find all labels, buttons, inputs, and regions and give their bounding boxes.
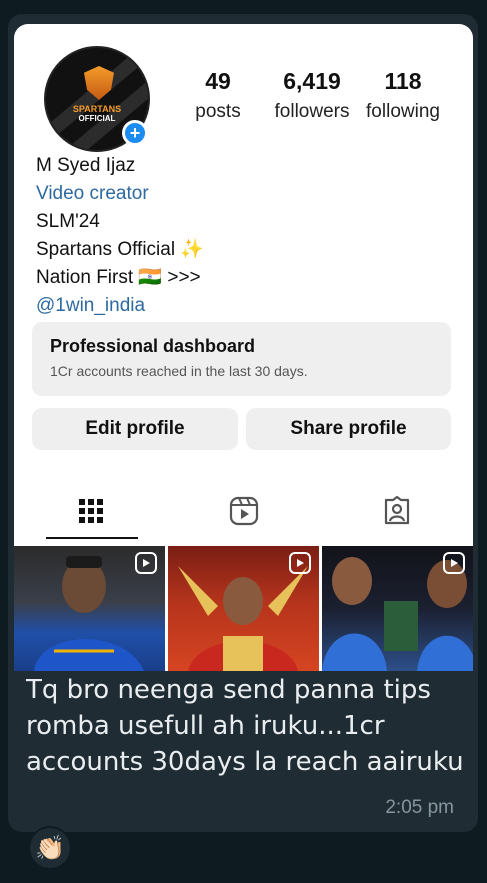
posts-count: 49 bbox=[205, 68, 231, 94]
followers-count: 6,419 bbox=[283, 68, 341, 94]
tab-posts-grid[interactable] bbox=[14, 486, 167, 536]
tab-tagged[interactable] bbox=[320, 486, 473, 536]
reel-badge-icon bbox=[135, 552, 157, 574]
message-bubble[interactable]: SPARTANS OFFICIAL + 49 posts 6,419 follo… bbox=[8, 14, 478, 832]
grid-post[interactable] bbox=[322, 546, 473, 671]
shared-screenshot[interactable]: SPARTANS OFFICIAL + 49 posts 6,419 follo… bbox=[14, 24, 473, 671]
grid-post[interactable] bbox=[14, 546, 165, 671]
dashboard-title: Professional dashboard bbox=[50, 336, 256, 356]
bio-line: SLM'24 bbox=[36, 211, 100, 232]
add-story-icon[interactable]: + bbox=[122, 120, 148, 146]
profile-category[interactable]: Video creator bbox=[36, 180, 204, 208]
message-text: Tq bro neenga send panna tips romba usef… bbox=[26, 675, 464, 777]
bio-line: Spartans Official ✨ bbox=[36, 239, 204, 260]
clapping-reaction-icon[interactable]: 👏🏻 bbox=[28, 826, 72, 870]
following-stat[interactable]: 118 following bbox=[360, 68, 446, 123]
grid-post[interactable] bbox=[168, 546, 319, 671]
followers-stat[interactable]: 6,419 followers bbox=[266, 68, 358, 123]
profile-bio: M Syed Ijaz Video creator SLM'24 Spartan… bbox=[36, 152, 204, 320]
tab-reels[interactable] bbox=[167, 486, 320, 536]
professional-dashboard[interactable]: Professional dashboard 1Cr accounts reac… bbox=[32, 322, 451, 396]
followers-label: followers bbox=[274, 101, 350, 122]
profile-link[interactable]: @1win_india bbox=[36, 292, 204, 320]
share-profile-button[interactable]: Share profile bbox=[246, 408, 451, 450]
reel-badge-icon bbox=[443, 552, 465, 574]
posts-stat[interactable]: 49 posts bbox=[192, 68, 244, 123]
grid-icon bbox=[78, 499, 103, 523]
posts-label: posts bbox=[195, 101, 241, 122]
following-label: following bbox=[366, 101, 440, 122]
reel-badge-icon bbox=[289, 552, 311, 574]
profile-name: M Syed Ijaz bbox=[36, 155, 136, 176]
avatar-logo-text: SPARTANS bbox=[72, 104, 122, 114]
tagged-icon bbox=[384, 496, 409, 525]
reels-icon bbox=[229, 496, 258, 526]
following-count: 118 bbox=[384, 68, 422, 94]
dashboard-subtitle: 1Cr accounts reached in the last 30 days… bbox=[50, 363, 308, 379]
bio-line: Nation First 🇮🇳 >>> bbox=[36, 267, 201, 288]
message-timestamp: 2:05 pm bbox=[385, 797, 454, 818]
profile-tabs bbox=[14, 486, 473, 536]
active-tab-indicator bbox=[46, 537, 138, 539]
posts-grid bbox=[14, 546, 473, 671]
edit-profile-button[interactable]: Edit profile bbox=[32, 408, 238, 450]
